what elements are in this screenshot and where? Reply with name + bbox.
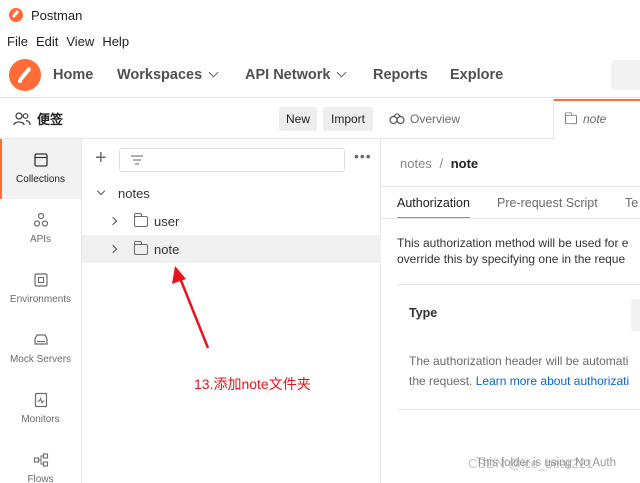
tab-tests[interactable]: Te: [625, 196, 638, 210]
folder-name: note: [154, 241, 180, 257]
environments-icon: [33, 273, 48, 287]
breadcrumb-current[interactable]: note: [451, 156, 478, 171]
rail-label: APIs: [29, 234, 52, 245]
tab-overview-label: Overview: [410, 112, 461, 126]
new-button[interactable]: New: [279, 107, 317, 131]
auth-help-line: The authorization header will be automat…: [409, 354, 629, 368]
import-button[interactable]: Import: [323, 107, 373, 131]
filter-input[interactable]: [119, 148, 345, 172]
menu-help[interactable]: Help: [102, 34, 129, 49]
auth-description-line: This authorization method will be used f…: [397, 236, 629, 250]
chevron-right-icon: [108, 244, 118, 254]
title-bar: Postman: [0, 0, 640, 30]
folder-detail-panel: notes / note Authorization Pre-request S…: [381, 139, 640, 483]
divider: [381, 186, 640, 187]
rail-item-monitors[interactable]: Monitors: [0, 379, 81, 439]
mock-servers-icon: [33, 334, 48, 345]
rail-label: Environments: [9, 294, 72, 305]
rail-item-mock-servers[interactable]: Mock Servers: [0, 319, 81, 379]
nav-workspaces[interactable]: Workspaces: [117, 67, 219, 83]
nav-explore[interactable]: Explore: [450, 67, 503, 83]
menu-bar: File Edit View Help: [0, 30, 640, 52]
tab-authorization[interactable]: Authorization: [397, 196, 470, 219]
folder-icon: [565, 111, 577, 124]
postman-logo-icon: [9, 8, 23, 22]
menu-edit[interactable]: Edit: [36, 34, 58, 49]
plus-icon[interactable]: +: [95, 148, 107, 168]
rail-item-environments[interactable]: Environments: [0, 259, 81, 319]
auth-help-prefix: the request.: [409, 374, 473, 388]
collection-name: notes: [118, 185, 150, 201]
auth-description: This authorization method will be used f…: [397, 235, 640, 267]
breadcrumb-separator: /: [439, 156, 444, 171]
chevron-right-icon: [108, 216, 118, 226]
breadcrumb: notes / note: [400, 156, 478, 171]
annotation-text: 13.添加note文件夹: [194, 376, 311, 392]
type-label: Type: [409, 306, 438, 320]
nav-workspaces-label: Workspaces: [117, 67, 203, 83]
flows-icon: [33, 453, 48, 467]
tab-bar: Overview note: [381, 99, 640, 139]
sidebar-rail: Collections APIs Environments Mock Serve…: [0, 139, 82, 483]
collection-row-notes[interactable]: notes: [82, 179, 381, 207]
menu-file[interactable]: File: [7, 34, 28, 49]
tab-note[interactable]: note: [553, 99, 640, 139]
folder-row-user[interactable]: user: [82, 207, 381, 235]
divider: [381, 218, 640, 219]
tree-toolbar: + •••: [82, 139, 381, 179]
window-title: Postman: [31, 7, 83, 23]
monitors-icon: [34, 392, 47, 408]
folder-name: user: [154, 213, 180, 229]
auth-type-select[interactable]: [631, 299, 640, 331]
tab-pre-request-script[interactable]: Pre-request Script: [497, 196, 598, 210]
divider: [397, 409, 640, 410]
learn-more-link[interactable]: Learn more about authorizati: [476, 374, 629, 388]
more-options-icon[interactable]: •••: [354, 148, 372, 164]
chevron-down-icon: [96, 186, 106, 196]
rail-item-apis[interactable]: APIs: [0, 199, 81, 259]
watermark: CSDN @ice_bear221: [468, 456, 594, 471]
rail-label: Mock Servers: [9, 354, 72, 365]
breadcrumb-parent[interactable]: notes: [400, 156, 432, 171]
nav-home[interactable]: Home: [53, 67, 93, 83]
folder-row-note[interactable]: note: [82, 235, 381, 263]
apis-icon: [33, 212, 48, 227]
nav-reports[interactable]: Reports: [373, 67, 428, 83]
auth-help-text: The authorization header will be automat…: [409, 351, 629, 391]
nav-api-network-label: API Network: [245, 67, 331, 83]
menu-view[interactable]: View: [66, 34, 94, 49]
workspace-header: 便签 New Import: [0, 99, 381, 139]
folder-icon: [134, 212, 148, 227]
divider: [397, 284, 640, 285]
rail-label: Flows: [27, 474, 54, 483]
chevron-down-icon: [208, 67, 219, 78]
postman-brand-icon[interactable]: [9, 58, 41, 91]
filter-icon: [131, 155, 143, 165]
workspace-name[interactable]: 便签: [37, 109, 63, 128]
chevron-down-icon: [336, 67, 347, 78]
overview-icon: [389, 113, 405, 125]
nav-api-network[interactable]: API Network: [245, 67, 347, 83]
rail-label: Monitors: [21, 414, 60, 425]
collections-icon: [33, 153, 48, 167]
tab-note-label: note: [583, 112, 607, 126]
search-input[interactable]: [611, 60, 640, 90]
auth-description-line: override this by specifying one in the r…: [397, 252, 626, 266]
tab-overview[interactable]: Overview: [381, 99, 553, 139]
collections-tree: + ••• notes user note: [82, 139, 381, 483]
rail-label: Collections: [16, 174, 65, 185]
team-icon: [13, 111, 31, 125]
rail-item-collections[interactable]: Collections: [0, 139, 81, 199]
folder-icon: [134, 240, 148, 255]
rail-item-flows[interactable]: Flows: [0, 439, 81, 483]
top-navigation: Home Workspaces API Network Reports Expl…: [0, 52, 640, 98]
